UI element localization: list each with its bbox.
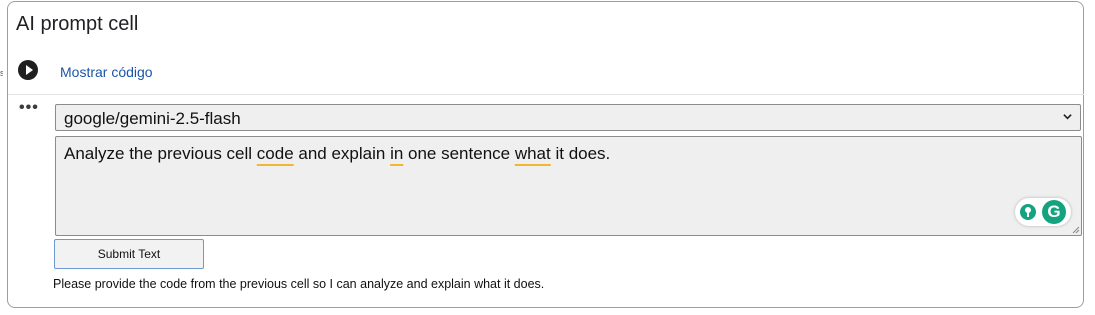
more-options-icon[interactable]: ••• (19, 100, 39, 116)
prompt-text: Analyze the previous cell code and expla… (64, 144, 610, 164)
model-select-value: google/gemini-2.5-flash (64, 109, 241, 128)
response-text: Please provide the code from the previou… (53, 277, 545, 291)
prompt-text-flagged-word: in (390, 144, 404, 163)
prompt-text-flagged-word: what (514, 144, 551, 163)
run-cell-button[interactable] (18, 60, 38, 80)
chevron-down-icon (1063, 114, 1072, 120)
prompt-text-part: it does. (550, 144, 611, 163)
divider (8, 94, 1084, 95)
show-code-link[interactable]: Mostrar código (60, 64, 153, 80)
play-icon (26, 65, 33, 75)
lightbulb-icon[interactable] (1020, 204, 1036, 220)
prompt-text-part: and explain (293, 144, 391, 163)
submit-text-button[interactable]: Submit Text (54, 239, 204, 269)
prompt-textarea[interactable]: Analyze the previous cell code and expla… (55, 136, 1082, 236)
prompt-text-part: Analyze the previous cell (64, 144, 257, 163)
model-select[interactable]: google/gemini-2.5-flash (55, 104, 1081, 131)
prompt-text-part: one sentence (403, 144, 515, 163)
resize-handle-icon[interactable] (1072, 226, 1080, 234)
cell-title: AI prompt cell (16, 13, 139, 35)
prompt-text-flagged-word: code (256, 144, 294, 163)
left-edge-mark: s (0, 68, 3, 78)
grammarly-icon[interactable]: G (1042, 200, 1066, 224)
writing-assistant-widget[interactable]: G (1015, 198, 1071, 226)
